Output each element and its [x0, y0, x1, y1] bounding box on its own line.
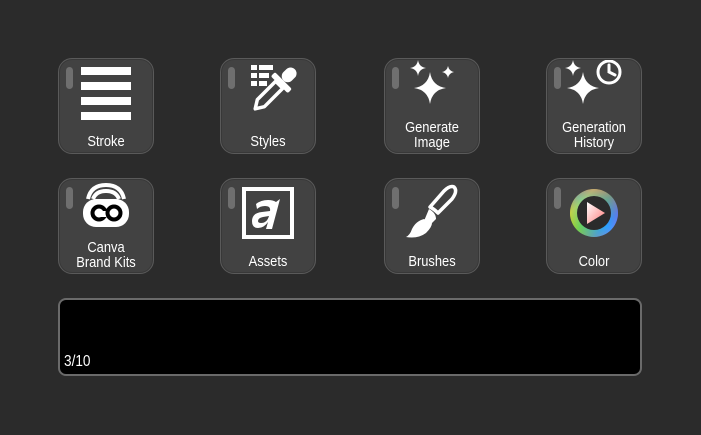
color-wheel-icon [547, 184, 641, 242]
button-label: Canva Brand Kits [76, 239, 136, 271]
brushes-button[interactable]: Brushes [384, 178, 480, 274]
generate-image-button[interactable]: Generate Image [384, 58, 480, 154]
button-label: Styles [250, 133, 286, 150]
assets-a-icon [221, 184, 315, 242]
sparkles-icon [385, 60, 479, 107]
stroke-button[interactable]: Stroke [58, 58, 154, 154]
stroke-lines-icon [59, 64, 153, 122]
page-counter: 3/10 [64, 353, 91, 370]
button-label: Color [578, 253, 610, 270]
control-panel: Stroke Styles Generate Image Generation … [0, 0, 701, 435]
styles-button[interactable]: Styles [220, 58, 316, 154]
paintbrush-icon [385, 184, 479, 242]
color-button[interactable]: Color [546, 178, 642, 274]
canva-brand-kits-button[interactable]: Canva Brand Kits [58, 178, 154, 274]
button-label: Generation History [562, 119, 626, 151]
button-label: Assets [248, 253, 288, 270]
generation-history-button[interactable]: Generation History [546, 58, 642, 154]
button-label: Brushes [408, 253, 456, 270]
sparkles-clock-icon [547, 60, 641, 107]
button-label: Generate Image [405, 119, 459, 151]
canva-logo-icon [59, 182, 153, 227]
eyedropper-icon [221, 64, 315, 122]
button-label: Stroke [87, 133, 125, 150]
assets-button[interactable]: Assets [220, 178, 316, 274]
lcd-display: 3/10 [58, 298, 642, 376]
